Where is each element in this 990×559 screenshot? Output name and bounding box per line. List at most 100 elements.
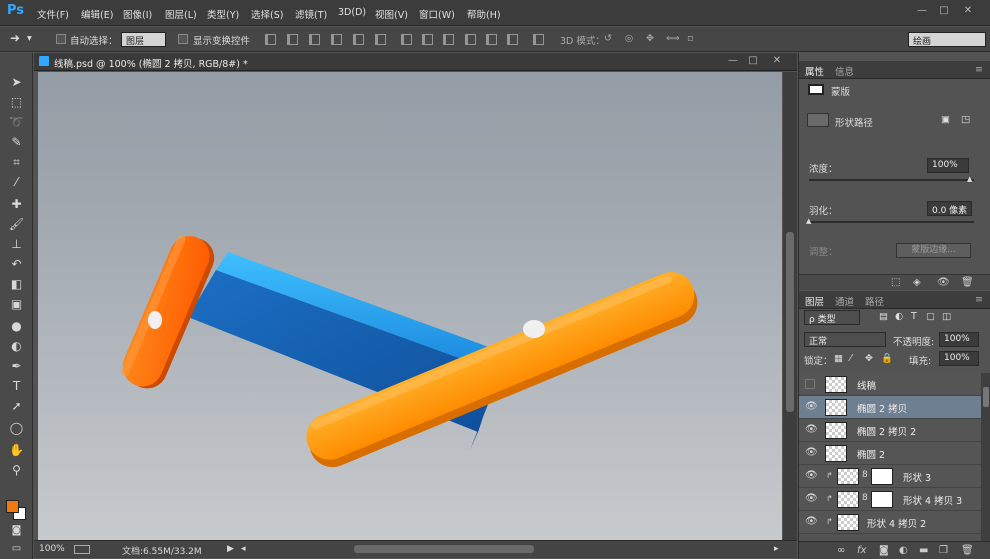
path-select-tool-icon[interactable]: ➚	[8, 399, 25, 414]
minimize-button[interactable]: —	[913, 4, 931, 18]
fill-input[interactable]: 100%	[939, 351, 979, 366]
lock-transparent-icon[interactable]: ▦	[834, 353, 843, 364]
workspace-select[interactable]: 绘画	[908, 32, 986, 47]
dodge-tool-icon[interactable]: ◐	[8, 339, 25, 354]
lasso-tool-icon[interactable]: ➰	[8, 115, 25, 130]
mask-link-icon[interactable]: 8	[862, 470, 868, 480]
layer-row[interactable]: 👁 ↱ 8 形状 4 拷贝 3	[799, 488, 981, 511]
tab-paths[interactable]: 路径	[865, 294, 884, 308]
align-right-icon[interactable]	[375, 34, 386, 45]
lock-all-icon[interactable]: 🔒	[881, 353, 893, 364]
select-mask-icon[interactable]: ▣	[941, 114, 950, 125]
align-bottom-icon[interactable]	[309, 34, 320, 45]
layer-filter-select[interactable]: ρ 类型	[804, 310, 860, 325]
canvas-vertical-scrollbar[interactable]	[783, 72, 797, 540]
show-transform-checkbox[interactable]	[178, 34, 188, 44]
eye-icon[interactable]: 👁	[805, 447, 818, 459]
layers-scrollbar[interactable]	[981, 373, 990, 541]
auto-select-target-select[interactable]: 图层	[121, 32, 166, 47]
status-menu-arrow-icon[interactable]: ▶	[227, 544, 234, 554]
eraser-tool-icon[interactable]: ◧	[8, 277, 25, 292]
lock-position-icon[interactable]: ✥	[865, 353, 873, 364]
3d-rotate-icon[interactable]: ↺	[604, 33, 612, 44]
distribute-bottom-icon[interactable]	[443, 34, 454, 45]
hscroll-right-icon[interactable]: ▸	[774, 544, 779, 554]
lock-pixels-icon[interactable]: ⁄	[850, 353, 852, 364]
tab-properties[interactable]: 属性	[805, 64, 824, 78]
density-slider[interactable]: ▲	[809, 175, 974, 183]
invert-mask-icon[interactable]: ◈	[913, 277, 921, 288]
eye-icon[interactable]: 👁	[805, 424, 818, 436]
blur-tool-icon[interactable]: ●	[8, 319, 25, 334]
quick-mask-icon[interactable]: ◙	[8, 523, 25, 538]
density-slider-handle[interactable]: ▲	[967, 175, 972, 183]
blend-mode-select[interactable]: 正常	[804, 332, 886, 347]
filter-pixel-icon[interactable]: ▤	[879, 311, 888, 322]
hand-tool-icon[interactable]: ✋	[8, 443, 25, 458]
menu-file[interactable]: 文件(F)	[37, 7, 69, 21]
align-vcenter-icon[interactable]	[287, 34, 298, 45]
trash-icon[interactable]: 🗑	[961, 545, 974, 556]
menu-help[interactable]: 帮助(H)	[467, 7, 501, 21]
doc-close-button[interactable]: ✕	[768, 54, 786, 68]
move-tool-icon[interactable]: ➤	[8, 75, 25, 90]
density-input[interactable]: 100%	[927, 158, 969, 173]
mask-icon[interactable]: ◙	[879, 545, 889, 556]
eye-icon[interactable]: 👁	[805, 516, 818, 528]
tab-info[interactable]: 信息	[835, 64, 854, 78]
healing-brush-tool-icon[interactable]: ✚	[8, 197, 25, 212]
3d-slide-icon[interactable]: ⟺	[666, 33, 680, 44]
apply-mask-icon[interactable]: ◳	[961, 114, 970, 125]
distribute-vcenter-icon[interactable]	[422, 34, 433, 45]
menu-type[interactable]: 类型(Y)	[207, 7, 239, 21]
tab-layers[interactable]: 图层	[805, 294, 824, 308]
layer-row[interactable]: 👁 ↱ 8 形状 3	[799, 465, 981, 488]
canvas-horizontal-scrollbar[interactable]	[354, 545, 534, 553]
visibility-toggle[interactable]	[805, 379, 815, 389]
folder-icon[interactable]: ▬	[919, 545, 928, 556]
adjustment-icon[interactable]: ◐	[899, 545, 908, 556]
delete-mask-icon[interactable]: 🗑	[961, 277, 974, 288]
menu-image[interactable]: 图像(I)	[123, 7, 152, 21]
menu-window[interactable]: 窗口(W)	[419, 7, 455, 21]
clone-stamp-tool-icon[interactable]: ⊥	[8, 237, 25, 252]
canvas[interactable]	[38, 72, 782, 540]
3d-roll-icon[interactable]: ◎	[625, 33, 633, 44]
link-icon[interactable]: ∞	[837, 545, 845, 556]
layers-panel-menu-icon[interactable]: ≡	[975, 294, 983, 305]
3d-pan-icon[interactable]: ✥	[646, 33, 654, 44]
filter-adjust-icon[interactable]: ◐	[895, 311, 903, 322]
eye-icon[interactable]: 👁	[805, 401, 818, 413]
selection-from-mask-icon[interactable]: ⬚	[891, 277, 900, 288]
foreground-color-swatch[interactable]	[6, 500, 19, 513]
hscroll-left-icon[interactable]: ◂	[241, 544, 246, 554]
layer-row[interactable]: 👁 ↱ 形状 4 拷贝 2	[799, 511, 981, 534]
filter-type-icon[interactable]: T	[911, 311, 917, 322]
feather-slider[interactable]: ▲	[806, 217, 974, 225]
maximize-button[interactable]: □	[935, 4, 953, 18]
mask-link-icon[interactable]: 8	[862, 493, 868, 503]
move-tool-icon[interactable]: ➜	[10, 31, 20, 45]
new-layer-icon[interactable]: ❐	[939, 545, 948, 556]
gradient-tool-icon[interactable]: ▣	[8, 297, 25, 312]
crop-tool-icon[interactable]: ⌗	[8, 155, 25, 170]
mask-edge-button[interactable]: 蒙版边缘...	[896, 243, 971, 258]
fx-icon[interactable]: fx	[857, 545, 866, 556]
layer-row[interactable]: 线稿	[799, 373, 981, 396]
mask-visibility-icon[interactable]: 👁	[937, 277, 950, 288]
eyedropper-tool-icon[interactable]: ⁄	[8, 175, 25, 190]
auto-select-checkbox[interactable]	[56, 34, 66, 44]
feather-slider-handle[interactable]: ▲	[806, 217, 811, 225]
feather-input[interactable]: 0.0 像素	[927, 201, 972, 216]
status-info-icon[interactable]	[74, 545, 90, 554]
tab-channels[interactable]: 通道	[835, 294, 854, 308]
doc-minimize-button[interactable]: —	[724, 54, 742, 68]
distribute-right-icon[interactable]	[507, 34, 518, 45]
document-title[interactable]: 线稿.psd @ 100% (椭圆 2 拷贝, RGB/8#) *	[54, 56, 248, 70]
layer-row[interactable]: 👁 椭圆 2	[799, 442, 981, 465]
pen-tool-icon[interactable]: ✒	[8, 359, 25, 374]
menu-view[interactable]: 视图(V)	[375, 7, 408, 21]
3d-scale-icon[interactable]: ▫	[687, 33, 693, 44]
layer-row[interactable]: 👁 椭圆 2 拷贝 2	[799, 419, 981, 442]
layer-row[interactable]: 👁 椭圆 2 拷贝	[799, 396, 981, 419]
